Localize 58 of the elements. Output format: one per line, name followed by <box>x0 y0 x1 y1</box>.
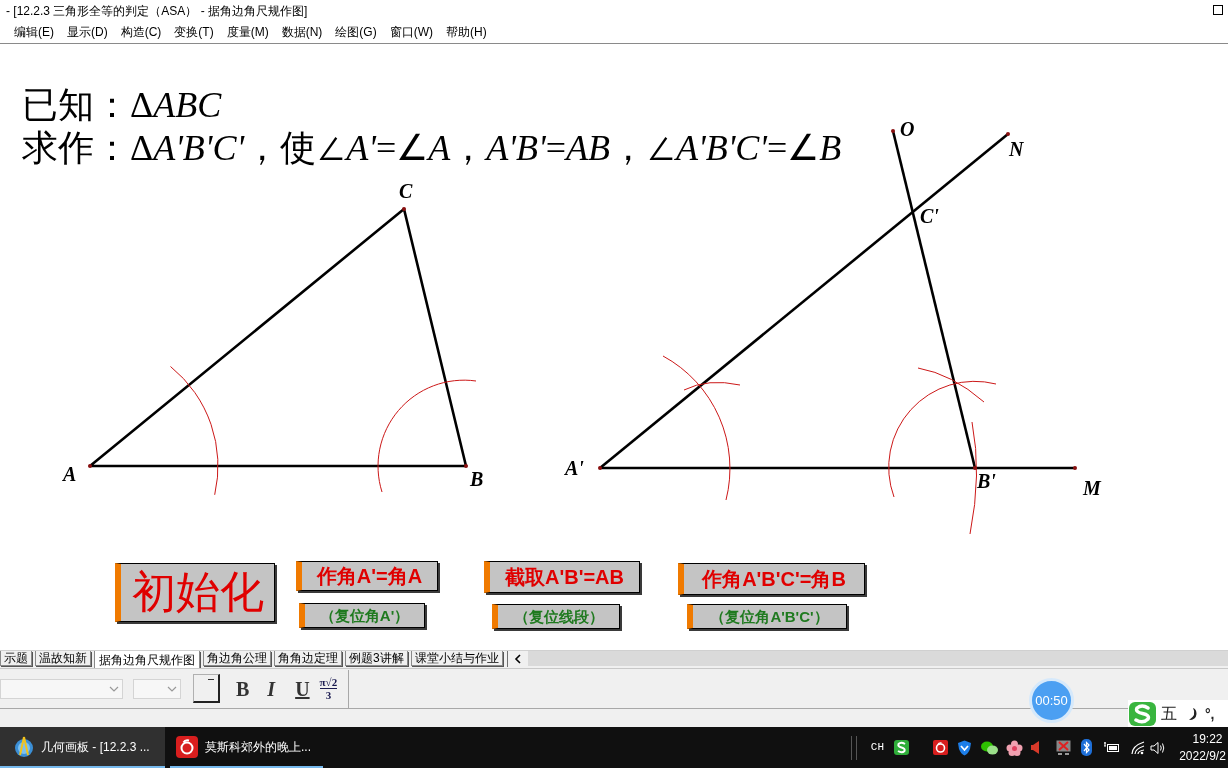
menu-item[interactable]: 帮助(H) <box>446 26 487 38</box>
taskbar-app[interactable]: 几何画板 - [12.2.3 ... <box>0 727 165 768</box>
page-tab[interactable]: 角边角公理 <box>203 651 271 666</box>
input-mode-button[interactable]: 五 <box>1161 705 1177 722</box>
page-tab[interactable]: 温故知新 <box>35 651 91 666</box>
s-logo-icon[interactable] <box>894 740 909 755</box>
menu-item[interactable]: 数据(N) <box>281 26 323 38</box>
task-text: 求作：ΔA'B'C'，使∠A'=∠A，A'B'=AB，∠A'B'C'=∠B <box>22 127 842 170</box>
window-title: - [12.2.3 三角形全等的判定（ASA） - 据角边角尺规作图] <box>6 4 308 17</box>
chevron-down-icon <box>109 685 119 692</box>
bold-button[interactable]: B <box>236 678 250 699</box>
formula-button[interactable]: π√2 3 <box>319 676 338 701</box>
chat-bubbles-icon[interactable] <box>981 740 998 755</box>
point-label: C' <box>920 206 939 226</box>
point-label: B' <box>977 471 996 491</box>
page-tab[interactable]: 例题3讲解 <box>345 651 408 666</box>
battery-icon[interactable] <box>1103 741 1120 754</box>
chevron-down-icon <box>167 685 177 692</box>
clock[interactable]: 19:22 2022/9/2 <box>1177 730 1228 765</box>
bluetooth-icon[interactable] <box>1081 739 1092 756</box>
point-label: A' <box>565 458 584 478</box>
menu-item[interactable]: 编辑(E) <box>14 26 54 38</box>
scrollbar[interactable] <box>527 651 1228 666</box>
wifi-icon[interactable] <box>1130 740 1145 755</box>
point-label: B <box>470 469 484 489</box>
menu-item[interactable]: 窗口(W) <box>389 26 433 38</box>
swirl-logo-icon <box>176 735 198 758</box>
menu-item[interactable]: 构造(C) <box>120 26 162 38</box>
point-label: O <box>900 119 915 139</box>
menu-item[interactable]: 显示(D) <box>67 26 108 38</box>
menu-item[interactable]: 变换(T) <box>174 26 214 38</box>
maximize-icon[interactable] <box>1213 5 1223 15</box>
point-label: A <box>63 464 77 484</box>
page-tab[interactable]: 角角边定理 <box>274 651 342 666</box>
page-tab[interactable]: 课堂小结与作业 <box>410 651 503 666</box>
monitor-x-icon[interactable] <box>1056 739 1071 756</box>
point-label: M <box>1083 478 1101 498</box>
chevron-left-icon[interactable] <box>513 654 522 664</box>
dash-icon <box>208 679 214 680</box>
menu-item[interactable]: 绘图(G) <box>335 26 377 38</box>
swirl-logo-icon[interactable] <box>933 740 948 755</box>
given-text: 已知：ΔABC <box>22 84 222 127</box>
underline-button[interactable]: U <box>295 678 310 699</box>
color-button[interactable] <box>193 674 220 703</box>
italic-button[interactable]: I <box>267 678 276 699</box>
menu-item[interactable]: 度量(M) <box>226 26 269 38</box>
punctuation-button[interactable]: °, <box>1205 706 1215 721</box>
flower-icon[interactable] <box>1006 739 1023 756</box>
page-tab[interactable]: 据角边角尺规作图 <box>94 651 200 668</box>
page-tab[interactable]: 示题 <box>0 651 32 666</box>
point-label: N <box>1009 139 1024 159</box>
point-label: C <box>399 181 413 201</box>
speaker-icon[interactable] <box>1030 740 1040 755</box>
volume-icon[interactable] <box>1150 740 1166 755</box>
s-logo-icon[interactable] <box>1129 701 1156 726</box>
language-indicator[interactable]: CH <box>870 742 884 753</box>
shield-icon[interactable] <box>957 739 972 756</box>
compass-globe-icon <box>14 735 34 758</box>
